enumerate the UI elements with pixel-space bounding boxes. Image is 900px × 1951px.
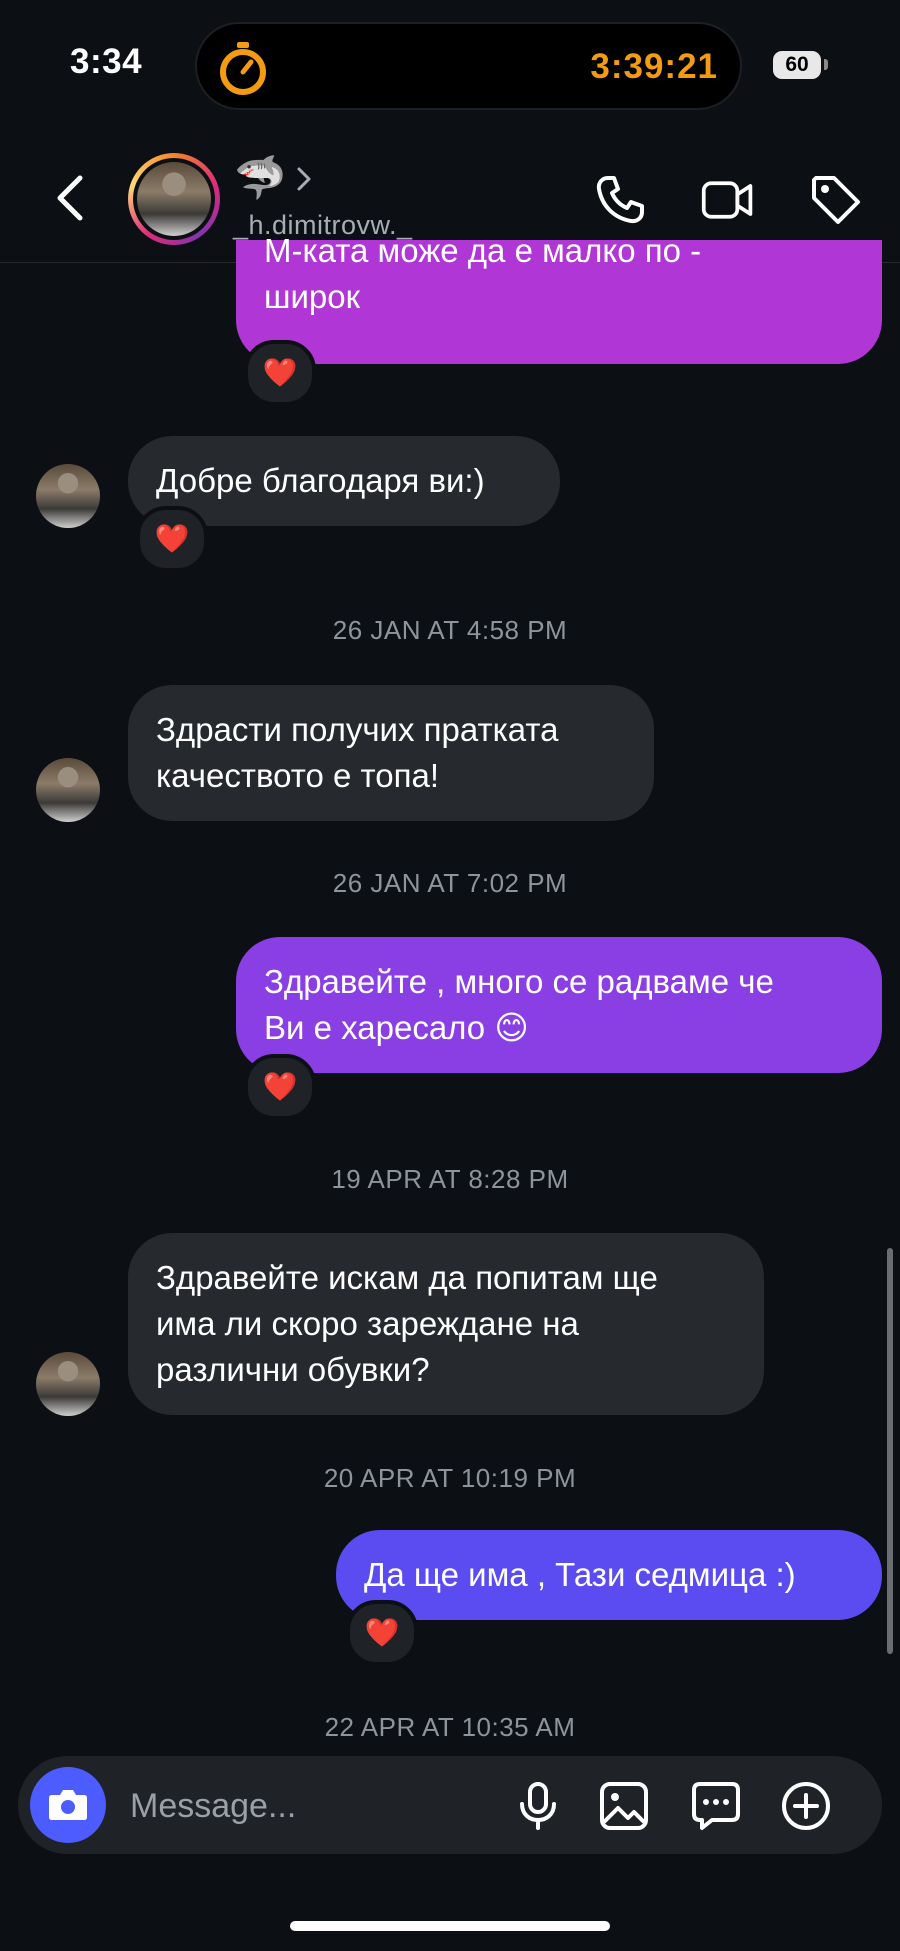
plus-icon[interactable] — [780, 1780, 832, 1832]
timer-text: 3:39:21 — [590, 47, 718, 86]
heart-reaction[interactable]: ❤️ — [244, 340, 316, 406]
sender-avatar[interactable] — [36, 1352, 100, 1416]
sticker-chat-icon[interactable] — [690, 1780, 742, 1832]
message-bubble-incoming[interactable]: Здрасти получих пратката качеството е то… — [128, 685, 654, 821]
message-composer — [18, 1756, 882, 1854]
microphone-icon[interactable] — [512, 1780, 564, 1832]
battery-tip — [824, 59, 828, 70]
avatar-photo — [137, 162, 211, 236]
timestamp: 19 APR AT 8:28 PM — [331, 1164, 569, 1194]
message-input[interactable] — [128, 1782, 512, 1830]
message-bubble-outgoing[interactable]: Да ще има , Тази седмица :) — [336, 1530, 882, 1620]
phone-icon[interactable] — [592, 172, 648, 228]
avatar[interactable] — [128, 153, 220, 245]
heart-reaction[interactable]: ❤️ — [244, 1054, 316, 1120]
timestamp: 20 APR AT 10:19 PM — [323, 1463, 577, 1493]
back-icon[interactable] — [50, 172, 90, 224]
message-line: Здравейте искам да попитам ще — [156, 1259, 658, 1296]
timestamp: 26 JAN AT 7:02 PM — [332, 868, 568, 898]
camera-button[interactable] — [30, 1767, 106, 1843]
heart-reaction[interactable]: ❤️ — [346, 1600, 418, 1666]
message-line: широк — [264, 278, 361, 315]
message-line: М-ката може да е малко по - — [264, 232, 702, 269]
message-line: Добре благодаря ви:) — [156, 462, 485, 499]
message-bubble-incoming[interactable]: Здравейте искам да попитам ще има ли ско… — [128, 1233, 764, 1415]
message-bubble-outgoing[interactable]: Здравейте , много се радваме че Ви е хар… — [236, 937, 882, 1073]
profile-emoji[interactable]: 🦈 — [234, 154, 286, 203]
message-line: качеството е топа! — [156, 757, 440, 794]
timer-icon — [220, 42, 266, 95]
video-icon[interactable] — [700, 172, 756, 228]
message-bubble-outgoing[interactable]: М-ката може да е малко по - широк — [236, 232, 882, 364]
home-indicator[interactable] — [290, 1921, 610, 1931]
camera-icon — [49, 1790, 87, 1820]
sender-avatar[interactable] — [36, 758, 100, 822]
timestamp: 26 JAN AT 4:58 PM — [332, 615, 568, 645]
message-line: Ви е харесало 😊 — [264, 1009, 529, 1046]
status-time: 3:34 — [70, 42, 143, 81]
dynamic-island: 3:39:21 — [195, 22, 742, 110]
message-line: различни обувки? — [156, 1351, 430, 1388]
gallery-icon[interactable] — [598, 1780, 650, 1832]
battery-indicator: 60 — [773, 51, 821, 79]
message-line: Здрасти получих пратката — [156, 711, 559, 748]
message-line: Да ще има , Тази седмица :) — [364, 1556, 796, 1593]
timestamp: 22 APR AT 10:35 AM — [324, 1712, 576, 1742]
chevron-right-icon[interactable] — [296, 166, 312, 192]
tag-icon[interactable] — [808, 172, 864, 228]
sender-avatar[interactable] — [36, 464, 100, 528]
heart-reaction[interactable]: ❤️ — [136, 506, 208, 572]
message-line: Здравейте , много се радваме че — [264, 963, 774, 1000]
message-line: има ли скоро зареждане на — [156, 1305, 579, 1342]
scrollbar[interactable] — [887, 1248, 893, 1654]
